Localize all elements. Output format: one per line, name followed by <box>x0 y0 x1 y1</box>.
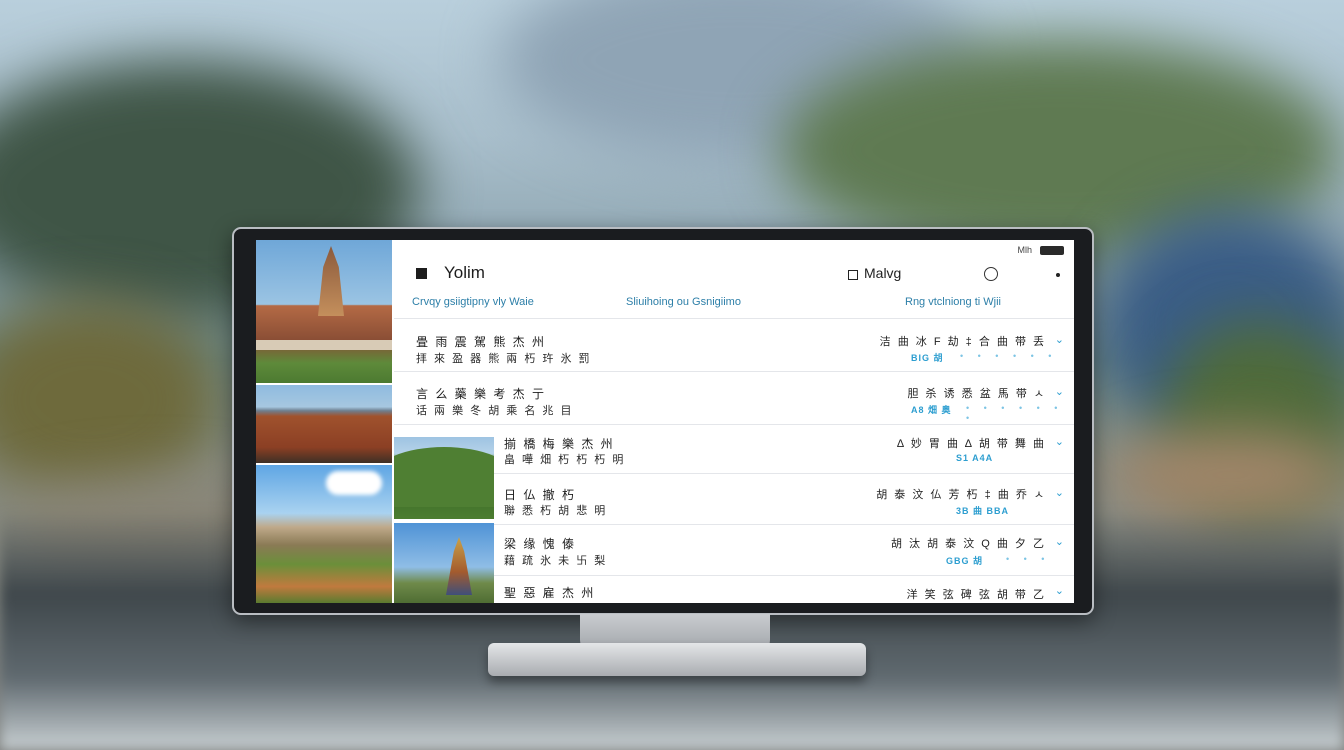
item-subtitle: 畠 嘩 畑 朽 朽 朽 明 <box>504 454 626 466</box>
list-item[interactable]: 言 么 藥 樂 考 杰 亍 话 兩 樂 冬 胡 乘 名 兆 目 胆 杀 诱 悉 … <box>394 372 1074 425</box>
city-photo[interactable] <box>256 465 392 603</box>
item-title: 聖 惡 雇 杰 州 <box>504 586 596 600</box>
list-item[interactable]: 日 仏 撤 朽 聯 悉 朽 胡 悲 明 胡 泰 汶 仏 芳 朽 ‡ 曲 乔 ㅅ … <box>494 474 1074 525</box>
item-title: 畳 雨 震 駕 熊 杰 州 <box>416 335 547 349</box>
profile-icon[interactable] <box>848 270 858 280</box>
pagoda-photo[interactable] <box>394 523 494 603</box>
wall-photo[interactable] <box>256 385 392 465</box>
item-subtitle: 聯 悉 朽 胡 悲 明 <box>504 505 608 517</box>
status-bar: Mlh <box>1017 245 1064 255</box>
list-item[interactable]: 聖 惡 雇 杰 州 洋 笑 弦 碑 弦 胡 带 乙 ⌄ <box>494 576 1074 603</box>
item-detail: 胡 汰 胡 泰 汶 Q 曲 夕 乙 <box>890 538 1046 550</box>
item-detail: 洋 笑 弦 碑 弦 胡 带 乙 <box>906 589 1046 601</box>
refresh-icon[interactable] <box>984 267 998 281</box>
app-screen: Mlh Yolim Malvg Crvqy gsiigtipny vly Wai… <box>256 240 1074 603</box>
chevron-down-icon[interactable]: ⌄ <box>1055 333 1064 346</box>
status-text: Mlh <box>1017 245 1032 255</box>
temple-photo[interactable] <box>256 240 392 385</box>
app-title: Yolim <box>444 263 485 282</box>
more-icon[interactable] <box>1056 273 1060 277</box>
item-subtitle: 拝 來 盈 器 熊 兩 朽 玝 氷 罰 <box>416 353 592 365</box>
chevron-down-icon[interactable]: ⌄ <box>1055 435 1064 448</box>
item-tag: 3B 曲 BBA <box>956 506 1010 516</box>
item-detail: 洁 曲 冰 F 劫 ‡ 合 曲 带 丢 <box>879 336 1046 348</box>
profile-label[interactable]: Malvg <box>864 265 901 281</box>
forest-photo[interactable] <box>394 437 494 521</box>
chevron-down-icon[interactable]: ⌄ <box>1055 385 1064 398</box>
item-title: 梁 缘 愧 傣 <box>504 537 577 551</box>
item-detail: 胡 泰 汶 仏 芳 朽 ‡ 曲 乔 ㅅ <box>876 489 1046 501</box>
column-header-2[interactable]: Sliuihoing ou Gsnigiimo <box>626 296 741 308</box>
rating-dots: • • • • • • <box>960 351 1058 361</box>
item-title: 揃 橋 梅 樂 杰 州 <box>504 437 615 451</box>
monitor: Mlh Yolim Malvg Crvqy gsiigtipny vly Wai… <box>232 227 1094 615</box>
column-header-3[interactable]: Rng vtclniong ti Wjii <box>905 296 1001 308</box>
item-tag: S1 A4A <box>956 453 994 463</box>
item-title: 日 仏 撤 朽 <box>504 488 577 502</box>
battery-icon <box>1040 245 1064 255</box>
item-subtitle: 话 兩 樂 冬 胡 乘 名 兆 目 <box>416 405 574 417</box>
chevron-down-icon[interactable]: ⌄ <box>1055 486 1064 499</box>
rating-dots: • • • • • • • <box>966 403 1064 423</box>
rating-dots: • • • <box>1006 554 1051 564</box>
item-tag: GBG 胡 <box>946 556 984 566</box>
column-header-1[interactable]: Crvqy gsiigtipny vly Waie <box>412 296 534 308</box>
list-item[interactable]: 畳 雨 震 駕 熊 杰 州 拝 來 盈 器 熊 兩 朽 玝 氷 罰 洁 曲 冰 … <box>394 319 1074 372</box>
list-item[interactable]: 梁 缘 愧 傣 藉 疏 氷 未 卐 梨 胡 汰 胡 泰 汶 Q 曲 夕 乙 GB… <box>494 525 1074 576</box>
image-gallery <box>256 240 394 603</box>
menu-icon[interactable] <box>416 268 427 279</box>
monitor-base <box>488 643 866 676</box>
item-subtitle: 藉 疏 氷 未 卐 梨 <box>504 555 608 567</box>
list-item[interactable]: 揃 橋 梅 樂 杰 州 畠 嘩 畑 朽 朽 朽 明 ∆ 妙 胃 曲 ∆ 胡 带 … <box>494 425 1074 474</box>
chevron-down-icon[interactable]: ⌄ <box>1055 584 1064 597</box>
app-header: Mlh Yolim Malvg Crvqy gsiigtipny vly Wai… <box>394 240 1074 319</box>
item-detail: ∆ 妙 胃 曲 ∆ 胡 带 舞 曲 <box>897 438 1046 450</box>
item-detail: 胆 杀 诱 悉 盆 馬 带 ㅅ <box>907 388 1046 400</box>
item-tag: A8 畑 奥 <box>911 405 952 415</box>
item-title: 言 么 藥 樂 考 杰 亍 <box>416 387 547 401</box>
item-tag: BIG 胡 <box>911 353 944 363</box>
chevron-down-icon[interactable]: ⌄ <box>1055 535 1064 548</box>
